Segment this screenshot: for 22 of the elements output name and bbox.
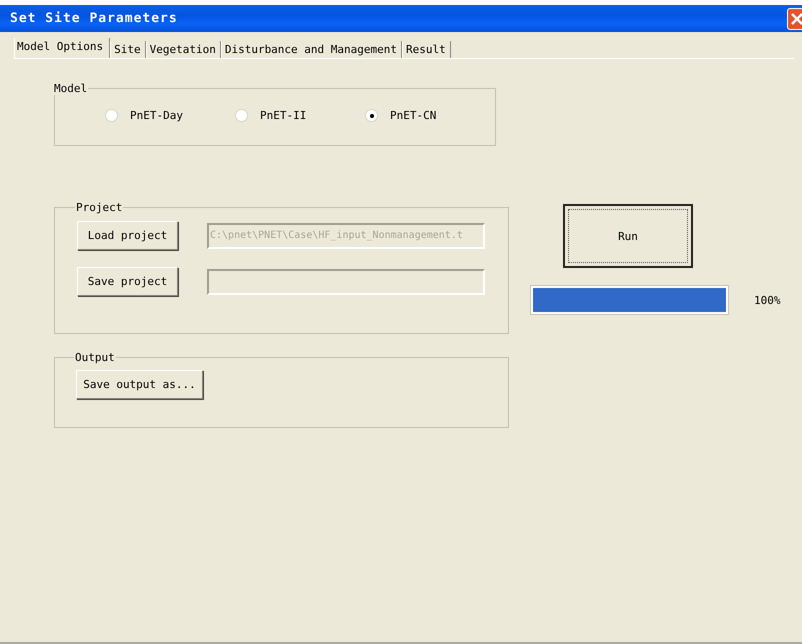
save-output-button[interactable]: Save output as...	[76, 370, 203, 399]
tab[interactable]: Result	[402, 41, 451, 58]
radio-option[interactable]: PnET-Day	[105, 109, 235, 122]
run-button[interactable]: Run	[563, 204, 693, 268]
radio-option[interactable]: PnET-II	[235, 109, 365, 122]
radio-button[interactable]	[105, 109, 118, 122]
group-label: Output	[74, 351, 116, 364]
radio-button[interactable]	[235, 109, 248, 122]
load-project-button[interactable]: Load project	[77, 221, 178, 250]
path-field[interactable]	[207, 268, 485, 294]
tab[interactable]: Disturbance and Management	[220, 41, 402, 58]
progress-reading: 100%	[754, 294, 780, 306]
tab[interactable]: Site	[110, 41, 146, 58]
group-label: Project	[75, 201, 124, 214]
tab[interactable]: Model Options	[14, 38, 110, 58]
window-title: Set Site Parameters	[10, 11, 178, 26]
save-project-button[interactable]: Save project	[77, 267, 178, 296]
tab[interactable]: Vegetation	[146, 41, 221, 58]
group-label: Model	[53, 82, 88, 95]
radio-button[interactable]	[365, 109, 378, 122]
close-icon	[791, 12, 802, 24]
radio-option[interactable]: PnET-CN	[365, 109, 495, 122]
